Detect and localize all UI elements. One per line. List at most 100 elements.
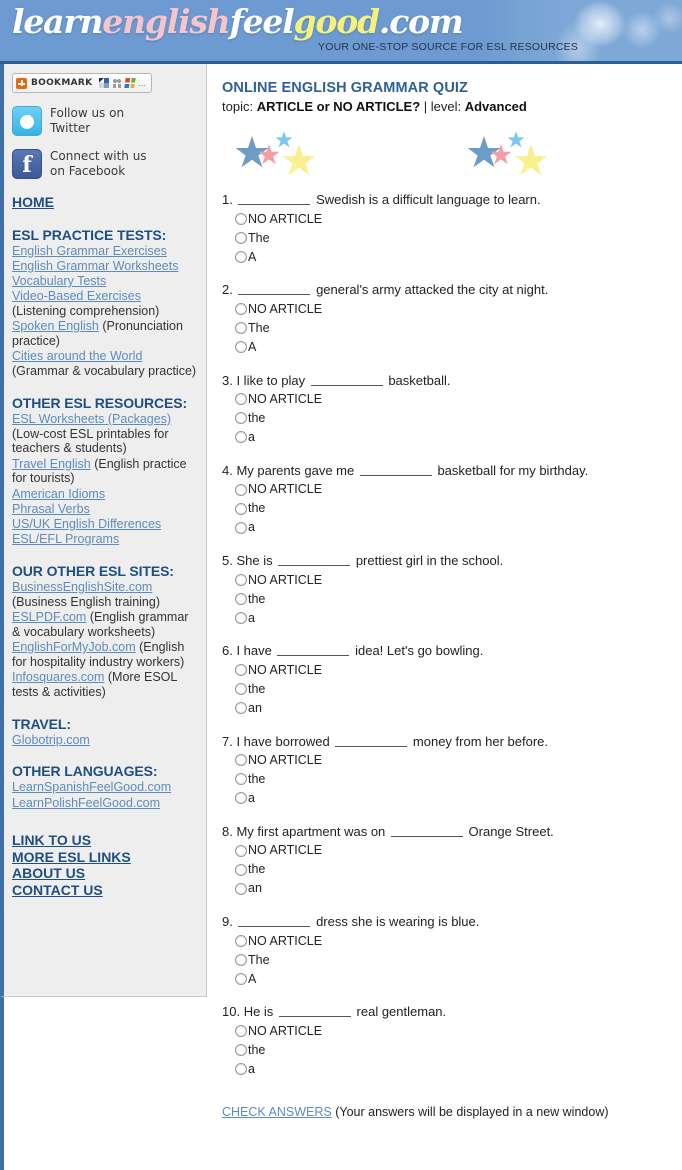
radio-button[interactable]: [235, 231, 247, 244]
share-messenger-icon[interactable]: [124, 78, 137, 88]
answer-option[interactable]: the: [235, 680, 672, 699]
answer-option[interactable]: NO ARTICLE: [235, 931, 672, 950]
radio-button[interactable]: [235, 792, 247, 805]
radio-button[interactable]: [235, 212, 247, 225]
answer-option[interactable]: a: [235, 1060, 672, 1079]
sidebar-link-globotrip-com[interactable]: Globotrip.com: [12, 733, 90, 747]
share-people-icon[interactable]: [112, 78, 123, 88]
sidebar-link-more-esl-links[interactable]: MORE ESL LINKS: [12, 849, 198, 866]
radio-button[interactable]: [235, 502, 247, 515]
sidebar-link-businessenglishsite-com[interactable]: BusinessEnglishSite.com: [12, 580, 152, 594]
twitter-icon[interactable]: t: [12, 106, 42, 136]
answer-option[interactable]: NO ARTICLE: [235, 1022, 672, 1041]
answer-option[interactable]: A: [235, 969, 672, 988]
answer-option[interactable]: an: [235, 879, 672, 898]
radio-button[interactable]: [235, 953, 247, 966]
sidebar-link-infosquares-com[interactable]: Infosquares.com: [12, 670, 104, 684]
radio-button[interactable]: [235, 611, 247, 624]
answer-option[interactable]: A: [235, 338, 672, 357]
sidebar-link-video-based-exercises[interactable]: Video-Based Exercises: [12, 289, 141, 303]
sidebar-link-travel-english[interactable]: Travel English: [12, 457, 91, 471]
social-facebook[interactable]: f Connect with us on Facebook: [12, 149, 198, 179]
share-more-ellipsis[interactable]: ...: [138, 78, 146, 88]
answer-option[interactable]: NO ARTICLE: [235, 570, 672, 589]
radio-button[interactable]: [235, 483, 247, 496]
radio-button[interactable]: [235, 683, 247, 695]
answer-option[interactable]: A: [235, 247, 672, 266]
answer-option[interactable]: NO ARTICLE: [235, 841, 672, 860]
answer-option[interactable]: a: [235, 608, 672, 627]
question-text: 8. My first apartment was on Orange Stre…: [222, 824, 672, 840]
sidebar-link-spoken-english[interactable]: Spoken English: [12, 319, 99, 333]
radio-button[interactable]: [235, 1044, 247, 1056]
answer-option[interactable]: a: [235, 789, 672, 808]
sidebar-link-american-idioms[interactable]: American Idioms: [12, 487, 105, 501]
radio-button[interactable]: [235, 664, 247, 676]
bookmark-share-widget[interactable]: BOOKMARK ...: [12, 73, 152, 93]
answer-option[interactable]: NO ARTICLE: [235, 751, 672, 770]
sidebar-link-learnspanishfeelgood-com[interactable]: LearnSpanishFeelGood.com: [12, 780, 171, 794]
sidebar-link-englishformyjob-com[interactable]: EnglishForMyJob.com: [12, 640, 136, 654]
sidebar-link-about-us[interactable]: ABOUT US: [12, 865, 198, 882]
answer-option[interactable]: NO ARTICLE: [235, 300, 672, 319]
radio-button[interactable]: [235, 1063, 247, 1075]
answer-option[interactable]: an: [235, 699, 672, 718]
question-number: 9.: [222, 914, 233, 929]
answer-option[interactable]: The: [235, 228, 672, 247]
radio-button[interactable]: [235, 412, 247, 425]
question-blank: [359, 464, 432, 476]
sidebar-link-esl-worksheets-packages[interactable]: ESL Worksheets (Packages): [12, 412, 171, 426]
answer-option[interactable]: the: [235, 499, 672, 518]
radio-button[interactable]: [235, 934, 247, 947]
answer-option[interactable]: the: [235, 409, 672, 428]
radio-button[interactable]: [235, 702, 247, 714]
site-logo[interactable]: learnenglishfeelgood.com: [12, 2, 464, 41]
answer-option[interactable]: a: [235, 518, 672, 537]
question-text: 10. He is real gentleman.: [222, 1004, 672, 1020]
radio-button[interactable]: [235, 754, 247, 767]
radio-button[interactable]: [235, 1025, 247, 1037]
sidebar-link-link-to-us[interactable]: LINK TO US: [12, 832, 198, 849]
radio-button[interactable]: [235, 322, 247, 334]
sidebar-link-eslpdf-com[interactable]: ESLPDF.com: [12, 610, 86, 624]
answer-option[interactable]: The: [235, 950, 672, 969]
sidebar-link-english-grammar-exercises[interactable]: English Grammar Exercises: [12, 244, 167, 258]
radio-button[interactable]: [235, 573, 247, 586]
answer-option[interactable]: the: [235, 589, 672, 608]
radio-button[interactable]: [235, 863, 247, 876]
answer-option[interactable]: the: [235, 860, 672, 879]
radio-button[interactable]: [235, 250, 247, 263]
answer-option[interactable]: The: [235, 319, 672, 338]
sidebar-link-home[interactable]: HOME: [12, 194, 198, 211]
radio-button[interactable]: [235, 341, 247, 353]
answer-option[interactable]: the: [235, 1041, 672, 1060]
sidebar-link-esl-efl-programs[interactable]: ESL/EFL Programs: [12, 532, 119, 546]
answer-option[interactable]: a: [235, 428, 672, 447]
radio-button[interactable]: [235, 773, 247, 786]
answer-option[interactable]: NO ARTICLE: [235, 661, 672, 680]
radio-button[interactable]: [235, 592, 247, 605]
answer-option[interactable]: NO ARTICLE: [235, 390, 672, 409]
radio-button[interactable]: [235, 844, 247, 857]
sidebar-link-us-uk-english-differences[interactable]: US/UK English Differences: [12, 517, 161, 531]
answer-option[interactable]: NO ARTICLE: [235, 209, 672, 228]
sidebar-link-phrasal-verbs[interactable]: Phrasal Verbs: [12, 502, 90, 516]
radio-button[interactable]: [235, 882, 247, 895]
facebook-icon[interactable]: f: [12, 149, 42, 179]
sidebar-link-cities-around-the-world[interactable]: Cities around the World: [12, 349, 142, 363]
radio-button[interactable]: [235, 431, 247, 444]
share-windows-icon[interactable]: [99, 78, 110, 88]
social-twitter[interactable]: t Follow us on Twitter: [12, 106, 198, 136]
radio-button[interactable]: [235, 303, 247, 315]
sidebar-link-learnpolishfeelgood-com[interactable]: LearnPolishFeelGood.com: [12, 796, 160, 810]
answer-option[interactable]: the: [235, 770, 672, 789]
radio-button[interactable]: [235, 521, 247, 534]
radio-button[interactable]: [235, 393, 247, 406]
check-answers-link[interactable]: CHECK ANSWERS: [222, 1105, 332, 1119]
sidebar-link-contact-us[interactable]: CONTACT US: [12, 882, 198, 899]
sidebar-link-vocabulary-tests[interactable]: Vocabulary Tests: [12, 274, 106, 288]
sidebar-link-english-grammar-worksheets[interactable]: English Grammar Worksheets: [12, 259, 179, 273]
radio-button[interactable]: [235, 972, 247, 985]
share-icon-group[interactable]: ...: [99, 78, 146, 88]
answer-option[interactable]: NO ARTICLE: [235, 480, 672, 499]
